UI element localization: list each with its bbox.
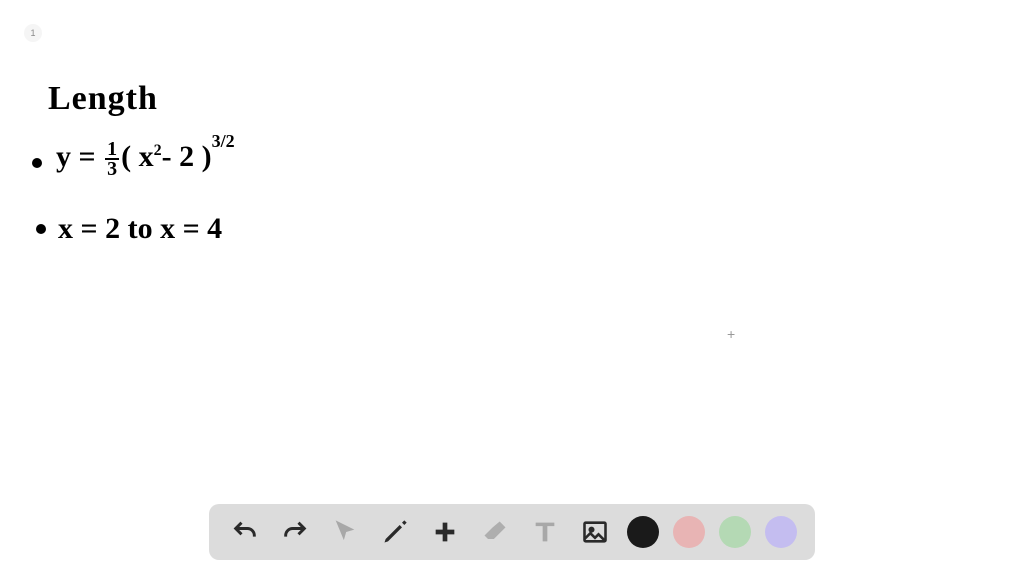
plus-icon [431,518,459,546]
drawing-toolbar [209,504,815,560]
eq1-rest: - 2 ) [162,140,212,173]
page-number-badge: 1 [24,24,42,42]
pen-tool-button[interactable] [377,514,413,550]
eq1-frac-den: 3 [105,158,119,178]
image-icon [581,518,609,546]
redo-icon [281,518,309,546]
pen-icon [381,518,409,546]
eq1-frac-num: 1 [105,140,119,158]
bullet-point-1 [32,158,42,168]
select-tool-button[interactable] [327,514,363,550]
undo-icon [231,518,259,546]
eraser-icon [481,518,509,546]
eq1-prefix: y = [56,140,103,173]
eq1-outer-exp: 3/2 [212,131,235,151]
text-tool-button[interactable] [527,514,563,550]
color-black-button[interactable] [627,516,659,548]
bullet-point-2 [36,224,46,234]
cursor-icon [331,518,359,546]
whiteboard-canvas[interactable]: 1 Length y = 13( x2- 2 )3/2 x = 2 to x =… [0,0,1024,576]
text-icon [531,518,559,546]
add-tool-button[interactable] [427,514,463,550]
page-number-text: 1 [30,28,35,38]
eq1-inner-exp: 2 [154,142,162,159]
equation-line-2: x = 2 to x = 4 [58,214,222,244]
image-tool-button[interactable] [577,514,613,550]
eraser-tool-button[interactable] [477,514,513,550]
color-purple-button[interactable] [765,516,797,548]
note-title: Length [48,82,158,116]
redo-button[interactable] [277,514,313,550]
crosshair-cursor: + [727,326,735,342]
eq1-fraction: 13 [105,140,119,178]
eq1-paren-open: ( x [121,140,154,173]
undo-button[interactable] [227,514,263,550]
color-pink-button[interactable] [673,516,705,548]
equation-line-1: y = 13( x2- 2 )3/2 [56,140,235,178]
color-green-button[interactable] [719,516,751,548]
